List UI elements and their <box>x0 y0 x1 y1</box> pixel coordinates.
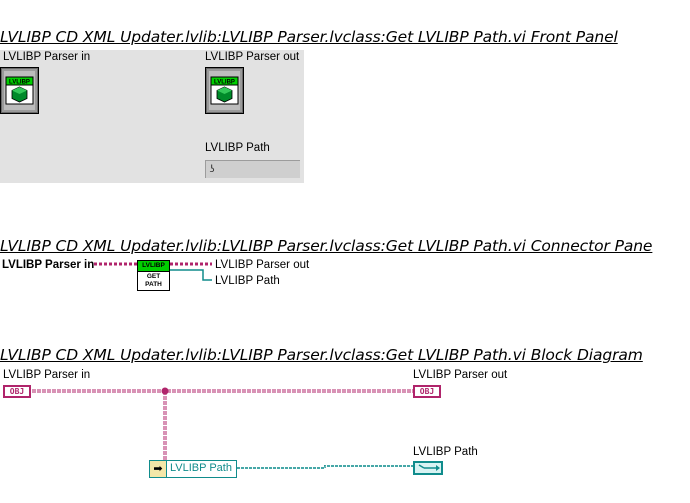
bd-parser-out-label: LVLIBP Parser out <box>413 369 508 381</box>
parser-in-terminal[interactable]: OBJ <box>3 385 31 398</box>
connector-path-wire <box>170 269 212 281</box>
wire-junction <box>161 387 169 395</box>
bd-parser-in-label: LVLIBP Parser in <box>3 369 91 381</box>
unbundle-arrow-icon: ➡ <box>150 461 167 477</box>
bd-path-label: LVLIBP Path <box>413 446 478 458</box>
get-path-subvi-icon[interactable]: LVLIBP GET PATH <box>137 260 170 291</box>
parser-out-terminal[interactable]: OBJ <box>413 385 441 398</box>
block-diagram-heading: LVLIBP CD XML Updater.lvlib:LVLIBP Parse… <box>0 346 643 364</box>
path-terminal-icon <box>418 464 440 471</box>
path-terminal[interactable] <box>413 461 443 475</box>
unbundle-by-name-node[interactable]: ➡ LVLIBP Path <box>149 460 237 478</box>
wiring-layer <box>32 262 413 469</box>
